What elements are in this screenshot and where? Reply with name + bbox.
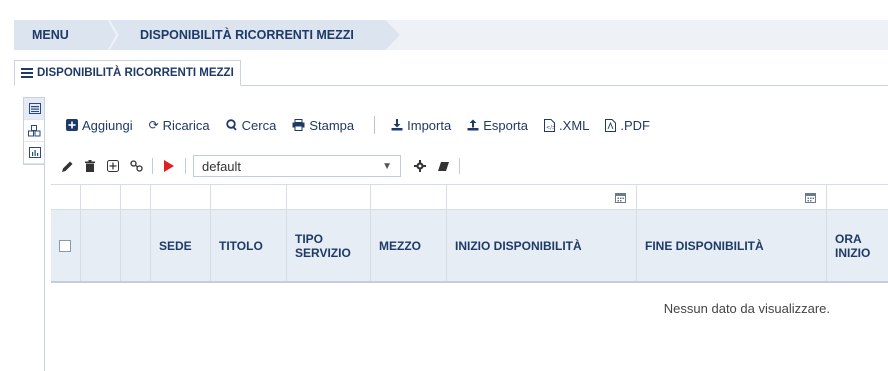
filter-cell-titolo[interactable] (211, 185, 287, 209)
search-button[interactable]: Cerca (225, 117, 277, 133)
reload-label: Ricarica (162, 117, 210, 133)
data-grid: SEDE TITOLO TIPO SERVIZIO MEZZO INIZIO D… (51, 184, 888, 316)
column-header-sede[interactable]: SEDE (151, 210, 211, 281)
breadcrumb-menu[interactable]: MENU (14, 20, 116, 50)
side-list-button[interactable] (24, 98, 45, 120)
column-header-fine-disponibilita[interactable]: FINE DISPONIBILITÀ (637, 210, 827, 281)
plus-square-icon (66, 119, 78, 131)
play-icon[interactable] (160, 160, 178, 172)
column-header (81, 210, 121, 281)
calendar-icon[interactable] (805, 192, 816, 203)
empty-message: Nessun dato da visualizzare. (663, 301, 830, 316)
filter-cell-tipo-servizio[interactable] (287, 185, 371, 209)
filter-cell-ora-inizio[interactable] (827, 185, 888, 209)
export-button[interactable]: Esporta (467, 118, 528, 133)
pdf-button[interactable]: .PDF (605, 118, 650, 133)
import-label: Importa (407, 117, 452, 133)
layout-select-value: default (202, 158, 242, 174)
expand-icon[interactable] (104, 160, 122, 172)
filter-cell (81, 185, 121, 209)
download-icon (391, 119, 403, 131)
filter-row (51, 184, 888, 210)
filter-cell-mezzo[interactable] (371, 185, 447, 209)
filter-cell-inizio[interactable] (447, 185, 637, 209)
select-all-checkbox[interactable] (59, 239, 71, 252)
grid-toolbar: default ▼ (58, 155, 467, 177)
toolbar-separator (374, 116, 376, 134)
upload-icon (467, 119, 479, 131)
xml-label: .XML (559, 117, 590, 133)
tab-disponibilita[interactable]: DISPONIBILITÀ RICORRENTI MEZZI (14, 60, 241, 86)
layout-select[interactable]: default ▼ (193, 155, 401, 177)
gear-icon[interactable] (411, 160, 429, 172)
add-label: Aggiungi (82, 117, 133, 133)
breadcrumb-current[interactable]: DISPONIBILITÀ RICORRENTI MEZZI (110, 20, 400, 50)
search-icon (225, 119, 238, 131)
filter-cell-sede[interactable] (151, 185, 211, 209)
select-all-cell (51, 210, 81, 281)
pdf-label: .PDF (620, 117, 650, 133)
print-icon (292, 119, 305, 131)
main-toolbar: Aggiungi ⟳ Ricarica Cerca Stampa Importa… (66, 115, 666, 135)
cubes-icon (28, 124, 41, 137)
side-toolbar (23, 97, 45, 165)
chevron-down-icon: ▼ (382, 160, 392, 172)
column-header (121, 210, 151, 281)
side-chart-button[interactable] (24, 142, 45, 164)
xml-button[interactable]: </> .XML (544, 118, 589, 133)
pencil-icon[interactable] (58, 161, 76, 172)
calendar-icon[interactable] (615, 192, 626, 203)
search-label: Cerca (241, 117, 277, 133)
svg-text:</>: </> (546, 125, 555, 131)
reload-button[interactable]: ⟳ Ricarica (149, 118, 210, 133)
trash-icon[interactable] (81, 160, 99, 172)
filter-cell (51, 185, 81, 209)
add-button[interactable]: Aggiungi (66, 118, 133, 133)
column-header-ora-inizio[interactable]: ORA INIZIO (827, 210, 888, 281)
file-pdf-icon (605, 118, 617, 132)
list-icon (21, 68, 33, 78)
toolbar2-separator (152, 158, 153, 174)
link-icon[interactable] (127, 160, 145, 172)
filter-cell (121, 185, 151, 209)
toolbar2-separator (185, 158, 186, 174)
column-header-tipo-servizio[interactable]: TIPO SERVIZIO (287, 210, 371, 281)
import-button[interactable]: Importa (391, 118, 451, 133)
column-header-mezzo[interactable]: MEZZO (371, 210, 447, 281)
print-button[interactable]: Stampa (292, 118, 354, 133)
eraser-icon[interactable] (434, 161, 452, 172)
column-header-inizio-disponibilita[interactable]: INIZIO DISPONIBILITÀ (447, 210, 637, 281)
refresh-icon: ⟳ (148, 118, 159, 132)
header-row: SEDE TITOLO TIPO SERVIZIO MEZZO INIZIO D… (51, 210, 888, 283)
list-icon (28, 103, 41, 114)
side-cubes-button[interactable] (24, 120, 45, 142)
toolbar2-separator (459, 158, 460, 174)
column-header-titolo[interactable]: TITOLO (211, 210, 287, 281)
panel-border (44, 97, 45, 371)
tab-label: DISPONIBILITÀ RICORRENTI MEZZI (37, 67, 234, 79)
bar-chart-icon (28, 147, 41, 158)
print-label: Stampa (309, 117, 355, 133)
file-code-icon: </> (544, 118, 556, 132)
export-label: Esporta (483, 117, 529, 133)
filter-cell-fine[interactable] (637, 185, 827, 209)
